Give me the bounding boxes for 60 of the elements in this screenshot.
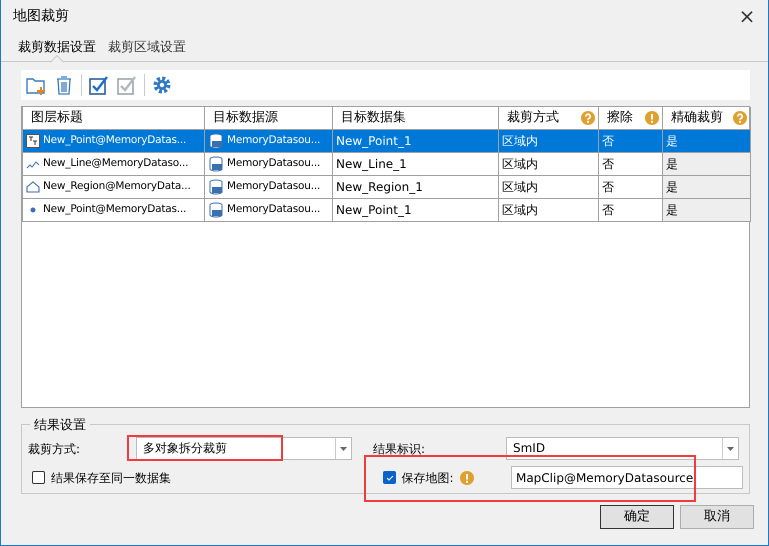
column-header[interactable]: 目标数据源 [204,107,332,129]
table-cell: New_Region_1 [332,175,498,198]
database-icon [208,178,224,194]
header-label: 裁剪方式 [507,109,559,127]
datasource-name: MemoryDatasou... [227,156,320,171]
table-cell: 否 [598,129,662,152]
caret-icon [340,446,347,450]
table-row[interactable]: New_Point@MemoryDatas... MemoryDatasou... New_Point_1 区域内 否 是 [22,198,750,221]
window-title: 地图裁剪 [13,6,69,26]
warning-icon [645,110,659,125]
field-label: 裁剪方式: [28,440,82,458]
checkbox-icon[interactable] [116,74,138,96]
table-cell: 区域内 [498,198,598,221]
checkbox-label: 结果保存至同一数据集 [51,470,171,486]
table-cell: 是 [662,175,750,198]
checkbox-label: 保存地图: [402,470,454,486]
layer-name: New_Point@MemoryDatas... [43,132,186,148]
table-row[interactable]: New_Point@MemoryDatas... MemoryDatasou... New_Point_1 区域内 否 是 [22,129,750,152]
layer-name: New_Region@MemoryData... [43,178,191,194]
layer-name: New_Point@MemoryDatas... [43,202,186,217]
dialog-button[interactable]: 确定 [600,505,674,529]
datasource-name: MemoryDatasou... [227,178,320,194]
layer-name: New_Line@MemoryDataso... [43,156,188,171]
help-icon [581,110,595,125]
column-header[interactable]: 目标数据集 [332,107,498,129]
column-header[interactable]: 图层标题 [22,107,204,129]
table-cell: 区域内 [498,129,598,152]
table-cell: 是 [662,129,750,152]
table-cell: 是 [662,152,750,175]
table-cell: New_Point_1 [332,198,498,221]
database-icon [208,202,224,218]
table-cell: New_Point_1 [332,129,498,152]
datasource-name: MemoryDatasou... [227,132,320,148]
settings-icon[interactable] [151,74,173,96]
tab[interactable]: 裁剪区域设置 [103,34,191,61]
dropdown[interactable]: SmID [506,437,739,460]
caret-icon [727,446,734,450]
table-cell: 区域内 [498,175,598,198]
table-cell: New_Line_1 [332,152,498,175]
table-cell: 区域内 [498,152,598,175]
table-row[interactable]: New_Region@MemoryData... MemoryDatasou... New_Region_1 区域内 否 是 [22,175,750,198]
datasource-name: MemoryDatasou... [227,202,320,217]
help-icon [733,110,747,125]
database-icon [208,156,224,172]
field-label: 结果标识: [373,440,426,458]
polygon-icon [26,180,40,194]
dialog-button[interactable]: 取消 [680,505,754,529]
table-cell: 是 [662,198,750,221]
checkbox-icon[interactable] [88,74,110,96]
header-label: 精确裁剪 [671,109,723,127]
database-icon [208,132,224,148]
header-label: 擦除 [607,109,633,127]
text-layer-icon [26,134,40,148]
close-button[interactable]: × [732,1,762,31]
checkbox[interactable] [382,471,396,484]
text-field[interactable]: MapClip@MemoryDatasource [510,466,744,489]
table-row[interactable]: New_Line@MemoryDataso... MemoryDatasou... New_Line_1 区域内 否 是 [22,152,750,175]
checkbox[interactable] [32,471,45,484]
warning-icon [460,470,474,484]
dropdown[interactable]: 多对象拆分裁剪 [136,437,352,460]
